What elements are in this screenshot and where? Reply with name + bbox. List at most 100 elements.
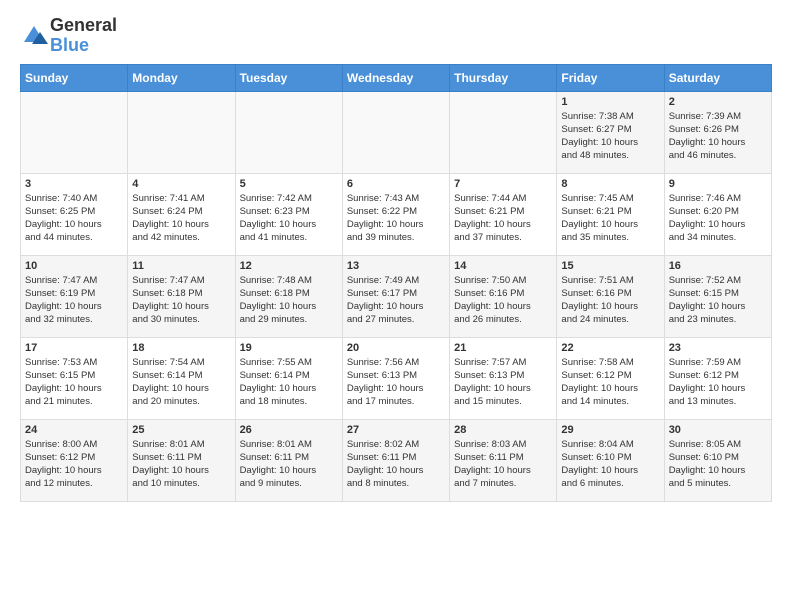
day-info: Sunrise: 7:46 AMSunset: 6:20 PMDaylight:… <box>669 192 767 245</box>
day-info: Sunrise: 7:39 AMSunset: 6:26 PMDaylight:… <box>669 110 767 163</box>
calendar-cell: 16 Sunrise: 7:52 AMSunset: 6:15 PMDayligh… <box>664 255 771 337</box>
day-info: Sunrise: 7:53 AMSunset: 6:15 PMDaylight:… <box>25 356 123 409</box>
day-info: Sunrise: 7:40 AMSunset: 6:25 PMDaylight:… <box>25 192 123 245</box>
calendar-cell: 20 Sunrise: 7:56 AMSunset: 6:13 PMDayligh… <box>342 337 449 419</box>
day-info: Sunrise: 7:58 AMSunset: 6:12 PMDaylight:… <box>561 356 659 409</box>
day-info: Sunrise: 7:51 AMSunset: 6:16 PMDaylight:… <box>561 274 659 327</box>
calendar-week-3: 17Sunrise: 7:53 AMSunset: 6:15 PMDayligh… <box>21 337 772 419</box>
day-info: Sunrise: 7:47 AMSunset: 6:18 PMDaylight:… <box>132 274 230 327</box>
calendar-week-0: 1Sunrise: 7:38 AMSunset: 6:27 PMDaylight… <box>21 91 772 173</box>
weekday-header-tuesday: Tuesday <box>235 64 342 91</box>
day-info: Sunrise: 7:50 AMSunset: 6:16 PMDaylight:… <box>454 274 552 327</box>
page: General Blue SundayMondayTuesdayWednesda… <box>0 0 792 518</box>
calendar-cell: 6Sunrise: 7:43 AMSunset: 6:22 PMDaylight… <box>342 173 449 255</box>
calendar-cell: 1Sunrise: 7:38 AMSunset: 6:27 PMDaylight… <box>557 91 664 173</box>
day-number: 29 <box>561 424 659 436</box>
day-number: 3 <box>25 178 123 190</box>
day-number: 13 <box>347 260 445 272</box>
day-info: Sunrise: 7:48 AMSunset: 6:18 PMDaylight:… <box>240 274 338 327</box>
calendar-cell <box>128 91 235 173</box>
calendar-cell: 7 Sunrise: 7:44 AMSunset: 6:21 PMDaylight… <box>450 173 557 255</box>
day-info: Sunrise: 7:49 AMSunset: 6:17 PMDaylight:… <box>347 274 445 327</box>
calendar-cell: 23 Sunrise: 7:59 AMSunset: 6:12 PMDayligh… <box>664 337 771 419</box>
day-number: 12 <box>240 260 338 272</box>
day-info: Sunrise: 7:42 AMSunset: 6:23 PMDaylight:… <box>240 192 338 245</box>
calendar-cell: 19 Sunrise: 7:55 AMSunset: 6:14 PMDayligh… <box>235 337 342 419</box>
calendar-cell: 25Sunrise: 8:01 AMSunset: 6:11 PMDayligh… <box>128 419 235 501</box>
day-info: Sunrise: 8:03 AMSunset: 6:11 PMDaylight:… <box>454 438 552 491</box>
calendar-cell: 28 Sunrise: 8:03 AMSunset: 6:11 PMDayligh… <box>450 419 557 501</box>
day-number: 2 <box>669 96 767 108</box>
calendar-cell: 17Sunrise: 7:53 AMSunset: 6:15 PMDayligh… <box>21 337 128 419</box>
weekday-header-sunday: Sunday <box>21 64 128 91</box>
calendar-table: SundayMondayTuesdayWednesdayThursdayFrid… <box>20 64 772 502</box>
logo-text: General Blue <box>50 16 117 56</box>
day-info: Sunrise: 7:57 AMSunset: 6:13 PMDaylight:… <box>454 356 552 409</box>
logo-icon <box>20 22 48 50</box>
calendar-cell <box>342 91 449 173</box>
day-info: Sunrise: 7:55 AMSunset: 6:14 PMDaylight:… <box>240 356 338 409</box>
day-number: 10 <box>25 260 123 272</box>
day-info: Sunrise: 8:02 AMSunset: 6:11 PMDaylight:… <box>347 438 445 491</box>
calendar-cell: 27 Sunrise: 8:02 AMSunset: 6:11 PMDayligh… <box>342 419 449 501</box>
calendar-cell: 5 Sunrise: 7:42 AMSunset: 6:23 PMDaylight… <box>235 173 342 255</box>
logo: General Blue <box>20 16 117 56</box>
calendar-cell: 12 Sunrise: 7:48 AMSunset: 6:18 PMDayligh… <box>235 255 342 337</box>
calendar-cell: 3 Sunrise: 7:40 AMSunset: 6:25 PMDaylight… <box>21 173 128 255</box>
day-number: 23 <box>669 342 767 354</box>
day-number: 19 <box>240 342 338 354</box>
day-info: Sunrise: 7:45 AMSunset: 6:21 PMDaylight:… <box>561 192 659 245</box>
day-number: 25 <box>132 424 230 436</box>
day-number: 7 <box>454 178 552 190</box>
calendar-cell: 11 Sunrise: 7:47 AMSunset: 6:18 PMDayligh… <box>128 255 235 337</box>
day-number: 9 <box>669 178 767 190</box>
calendar-cell: 24 Sunrise: 8:00 AMSunset: 6:12 PMDayligh… <box>21 419 128 501</box>
calendar-cell <box>450 91 557 173</box>
calendar-cell: 29 Sunrise: 8:04 AMSunset: 6:10 PMDayligh… <box>557 419 664 501</box>
day-info: Sunrise: 8:01 AMSunset: 6:11 PMDaylight:… <box>240 438 338 491</box>
calendar-cell: 18 Sunrise: 7:54 AMSunset: 6:14 PMDayligh… <box>128 337 235 419</box>
day-number: 22 <box>561 342 659 354</box>
weekday-header-wednesday: Wednesday <box>342 64 449 91</box>
calendar-cell <box>21 91 128 173</box>
calendar-cell: 21 Sunrise: 7:57 AMSunset: 6:13 PMDayligh… <box>450 337 557 419</box>
calendar-week-1: 3 Sunrise: 7:40 AMSunset: 6:25 PMDaylight… <box>21 173 772 255</box>
day-number: 11 <box>132 260 230 272</box>
day-info: Sunrise: 8:04 AMSunset: 6:10 PMDaylight:… <box>561 438 659 491</box>
day-info: Sunrise: 7:54 AMSunset: 6:14 PMDaylight:… <box>132 356 230 409</box>
calendar-cell: 26Sunrise: 8:01 AMSunset: 6:11 PMDayligh… <box>235 419 342 501</box>
day-info: Sunrise: 7:47 AMSunset: 6:19 PMDaylight:… <box>25 274 123 327</box>
day-number: 27 <box>347 424 445 436</box>
day-number: 21 <box>454 342 552 354</box>
weekday-header-row: SundayMondayTuesdayWednesdayThursdayFrid… <box>21 64 772 91</box>
calendar-cell: 10 Sunrise: 7:47 AMSunset: 6:19 PMDayligh… <box>21 255 128 337</box>
day-number: 18 <box>132 342 230 354</box>
weekday-header-friday: Friday <box>557 64 664 91</box>
header-area: General Blue <box>20 16 772 56</box>
day-info: Sunrise: 7:41 AMSunset: 6:24 PMDaylight:… <box>132 192 230 245</box>
weekday-header-monday: Monday <box>128 64 235 91</box>
day-info: Sunrise: 8:00 AMSunset: 6:12 PMDaylight:… <box>25 438 123 491</box>
day-number: 16 <box>669 260 767 272</box>
weekday-header-saturday: Saturday <box>664 64 771 91</box>
calendar-cell: 13 Sunrise: 7:49 AMSunset: 6:17 PMDayligh… <box>342 255 449 337</box>
day-info: Sunrise: 7:43 AMSunset: 6:22 PMDaylight:… <box>347 192 445 245</box>
calendar-cell: 9 Sunrise: 7:46 AMSunset: 6:20 PMDaylight… <box>664 173 771 255</box>
calendar-cell: 15Sunrise: 7:51 AMSunset: 6:16 PMDayligh… <box>557 255 664 337</box>
day-info: Sunrise: 7:59 AMSunset: 6:12 PMDaylight:… <box>669 356 767 409</box>
calendar-cell: 14Sunrise: 7:50 AMSunset: 6:16 PMDayligh… <box>450 255 557 337</box>
day-info: Sunrise: 7:52 AMSunset: 6:15 PMDaylight:… <box>669 274 767 327</box>
day-number: 30 <box>669 424 767 436</box>
calendar-cell: 2 Sunrise: 7:39 AMSunset: 6:26 PMDaylight… <box>664 91 771 173</box>
day-info: Sunrise: 8:05 AMSunset: 6:10 PMDaylight:… <box>669 438 767 491</box>
day-info: Sunrise: 7:56 AMSunset: 6:13 PMDaylight:… <box>347 356 445 409</box>
day-info: Sunrise: 7:38 AMSunset: 6:27 PMDaylight:… <box>561 110 659 163</box>
calendar-cell: 8Sunrise: 7:45 AMSunset: 6:21 PMDaylight… <box>557 173 664 255</box>
calendar-week-4: 24 Sunrise: 8:00 AMSunset: 6:12 PMDayligh… <box>21 419 772 501</box>
day-number: 28 <box>454 424 552 436</box>
day-number: 5 <box>240 178 338 190</box>
calendar-cell: 4Sunrise: 7:41 AMSunset: 6:24 PMDaylight… <box>128 173 235 255</box>
day-info: Sunrise: 7:44 AMSunset: 6:21 PMDaylight:… <box>454 192 552 245</box>
day-number: 24 <box>25 424 123 436</box>
day-number: 20 <box>347 342 445 354</box>
